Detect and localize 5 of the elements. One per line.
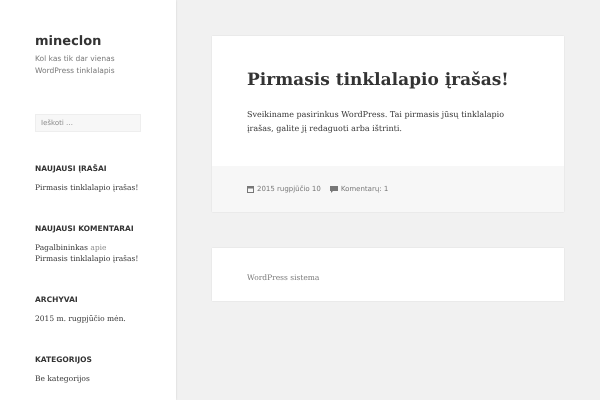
calendar-icon xyxy=(247,186,254,192)
post-body: Sveikiname pasirinkus WordPress. Tai pirmasis jūsų tinklalapio įrašas, galite jį redaguoti arba ištrinti. xyxy=(247,109,506,135)
post-title[interactable]: Pirmasis tinklalapio įrašas! xyxy=(247,70,529,90)
site-title[interactable]: mineclon xyxy=(35,34,176,49)
speech-bubble-icon xyxy=(330,186,338,192)
